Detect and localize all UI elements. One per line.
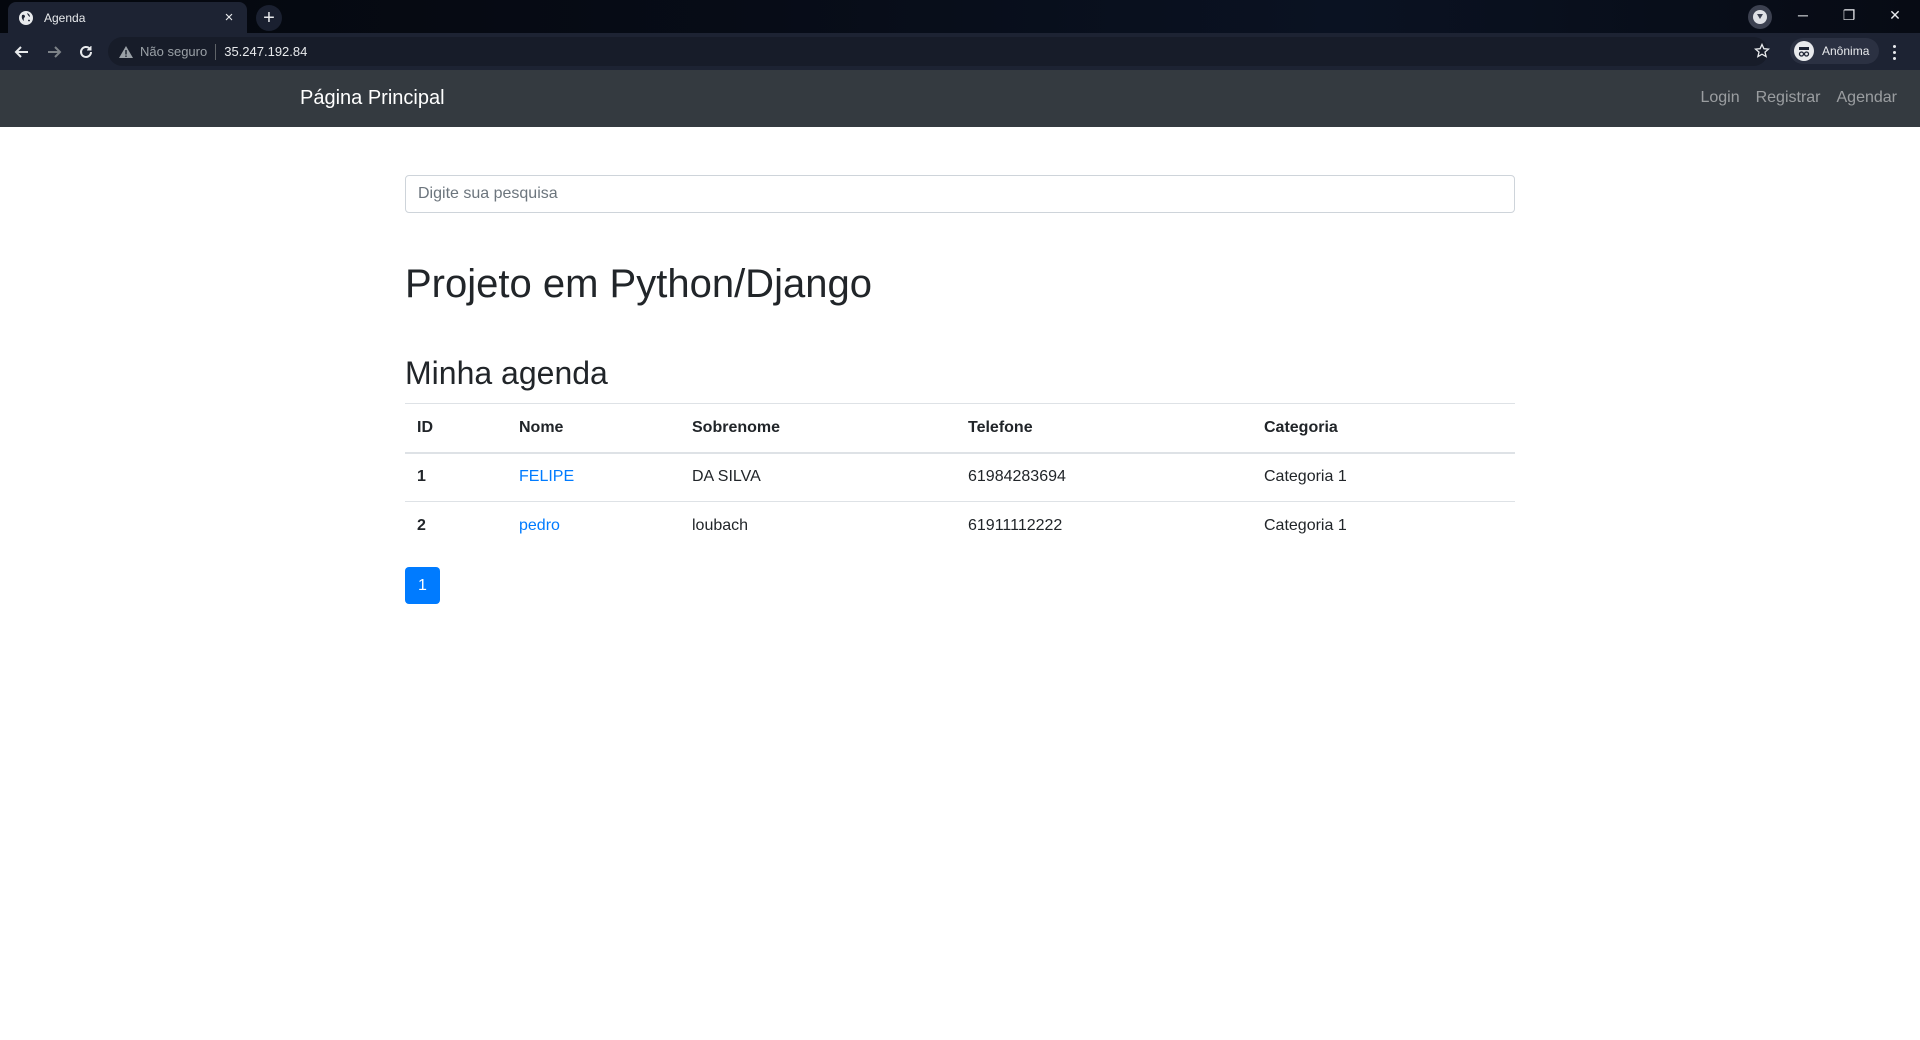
globe-icon <box>18 10 34 26</box>
bookmark-star-icon[interactable] <box>1752 41 1772 61</box>
column-header-categoria: Categoria <box>1252 403 1515 454</box>
cell-id: 1 <box>405 452 507 502</box>
omnibox-divider <box>215 43 217 60</box>
table-header-row: ID Nome Sobrenome Telefone Categoria <box>405 403 1515 454</box>
cell-telefone: 61911112222 <box>956 501 1252 551</box>
browser-tabstrip: Agenda × + ─ ❐ ✕ <box>0 0 1920 33</box>
search-input[interactable] <box>405 175 1515 213</box>
close-window-button[interactable]: ✕ <box>1872 0 1918 30</box>
cell-id: 2 <box>405 501 507 551</box>
restore-button[interactable]: ❐ <box>1826 0 1872 30</box>
site-navbar: Página Principal Login Registrar Agendar <box>0 70 1920 127</box>
pagination-page-1[interactable]: 1 <box>405 567 440 604</box>
contacts-table: ID Nome Sobrenome Telefone Categoria 1 F… <box>405 403 1515 551</box>
minimize-button[interactable]: ─ <box>1780 0 1826 30</box>
browser-toolbar: Não seguro 35.247.192.84 Anônima <box>0 33 1920 70</box>
column-header-telefone: Telefone <box>956 403 1252 454</box>
cell-sobrenome: DA SILVA <box>680 452 956 502</box>
page-title: Projeto em Python/Django <box>405 262 872 306</box>
navbar-brand[interactable]: Página Principal <box>300 87 445 110</box>
cell-telefone: 61984283694 <box>956 452 1252 502</box>
forward-icon[interactable] <box>41 39 67 65</box>
cell-categoria: Categoria 1 <box>1252 501 1515 551</box>
cell-nome: pedro <box>507 501 680 551</box>
browser-tab[interactable]: Agenda × <box>8 2 247 33</box>
warning-icon <box>118 44 134 60</box>
browser-menu-icon[interactable] <box>1884 41 1904 63</box>
reload-icon[interactable] <box>73 39 99 65</box>
nav-link-registrar[interactable]: Registrar <box>1756 89 1821 107</box>
nav-link-agendar[interactable]: Agendar <box>1837 89 1898 107</box>
security-label[interactable]: Não seguro <box>140 44 207 59</box>
column-header-nome: Nome <box>507 403 680 454</box>
nav-link-login[interactable]: Login <box>1700 89 1739 107</box>
table-row: 2 pedro loubach 61911112222 Categoria 1 <box>405 501 1515 551</box>
navbar-links: Login Registrar Agendar <box>1700 89 1897 107</box>
incognito-icon <box>1794 41 1814 61</box>
column-header-id: ID <box>405 403 507 454</box>
tab-close-icon[interactable]: × <box>221 9 237 26</box>
section-title: Minha agenda <box>405 355 608 391</box>
new-tab-button[interactable]: + <box>256 5 282 31</box>
address-bar[interactable]: Não seguro 35.247.192.84 <box>108 37 1768 66</box>
tab-search-icon[interactable] <box>1748 5 1772 29</box>
contact-link[interactable]: FELIPE <box>519 468 574 485</box>
incognito-profile-button[interactable]: Anônima <box>1790 38 1880 64</box>
incognito-label: Anônima <box>1822 44 1870 58</box>
table-row: 1 FELIPE DA SILVA 61984283694 Categoria … <box>405 452 1515 502</box>
cell-sobrenome: loubach <box>680 501 956 551</box>
cell-categoria: Categoria 1 <box>1252 452 1515 502</box>
contact-link[interactable]: pedro <box>519 517 560 534</box>
url-text[interactable]: 35.247.192.84 <box>224 44 307 59</box>
back-icon[interactable] <box>9 39 35 65</box>
tab-title: Agenda <box>44 10 86 25</box>
column-header-sobrenome: Sobrenome <box>680 403 956 454</box>
cell-nome: FELIPE <box>507 452 680 502</box>
